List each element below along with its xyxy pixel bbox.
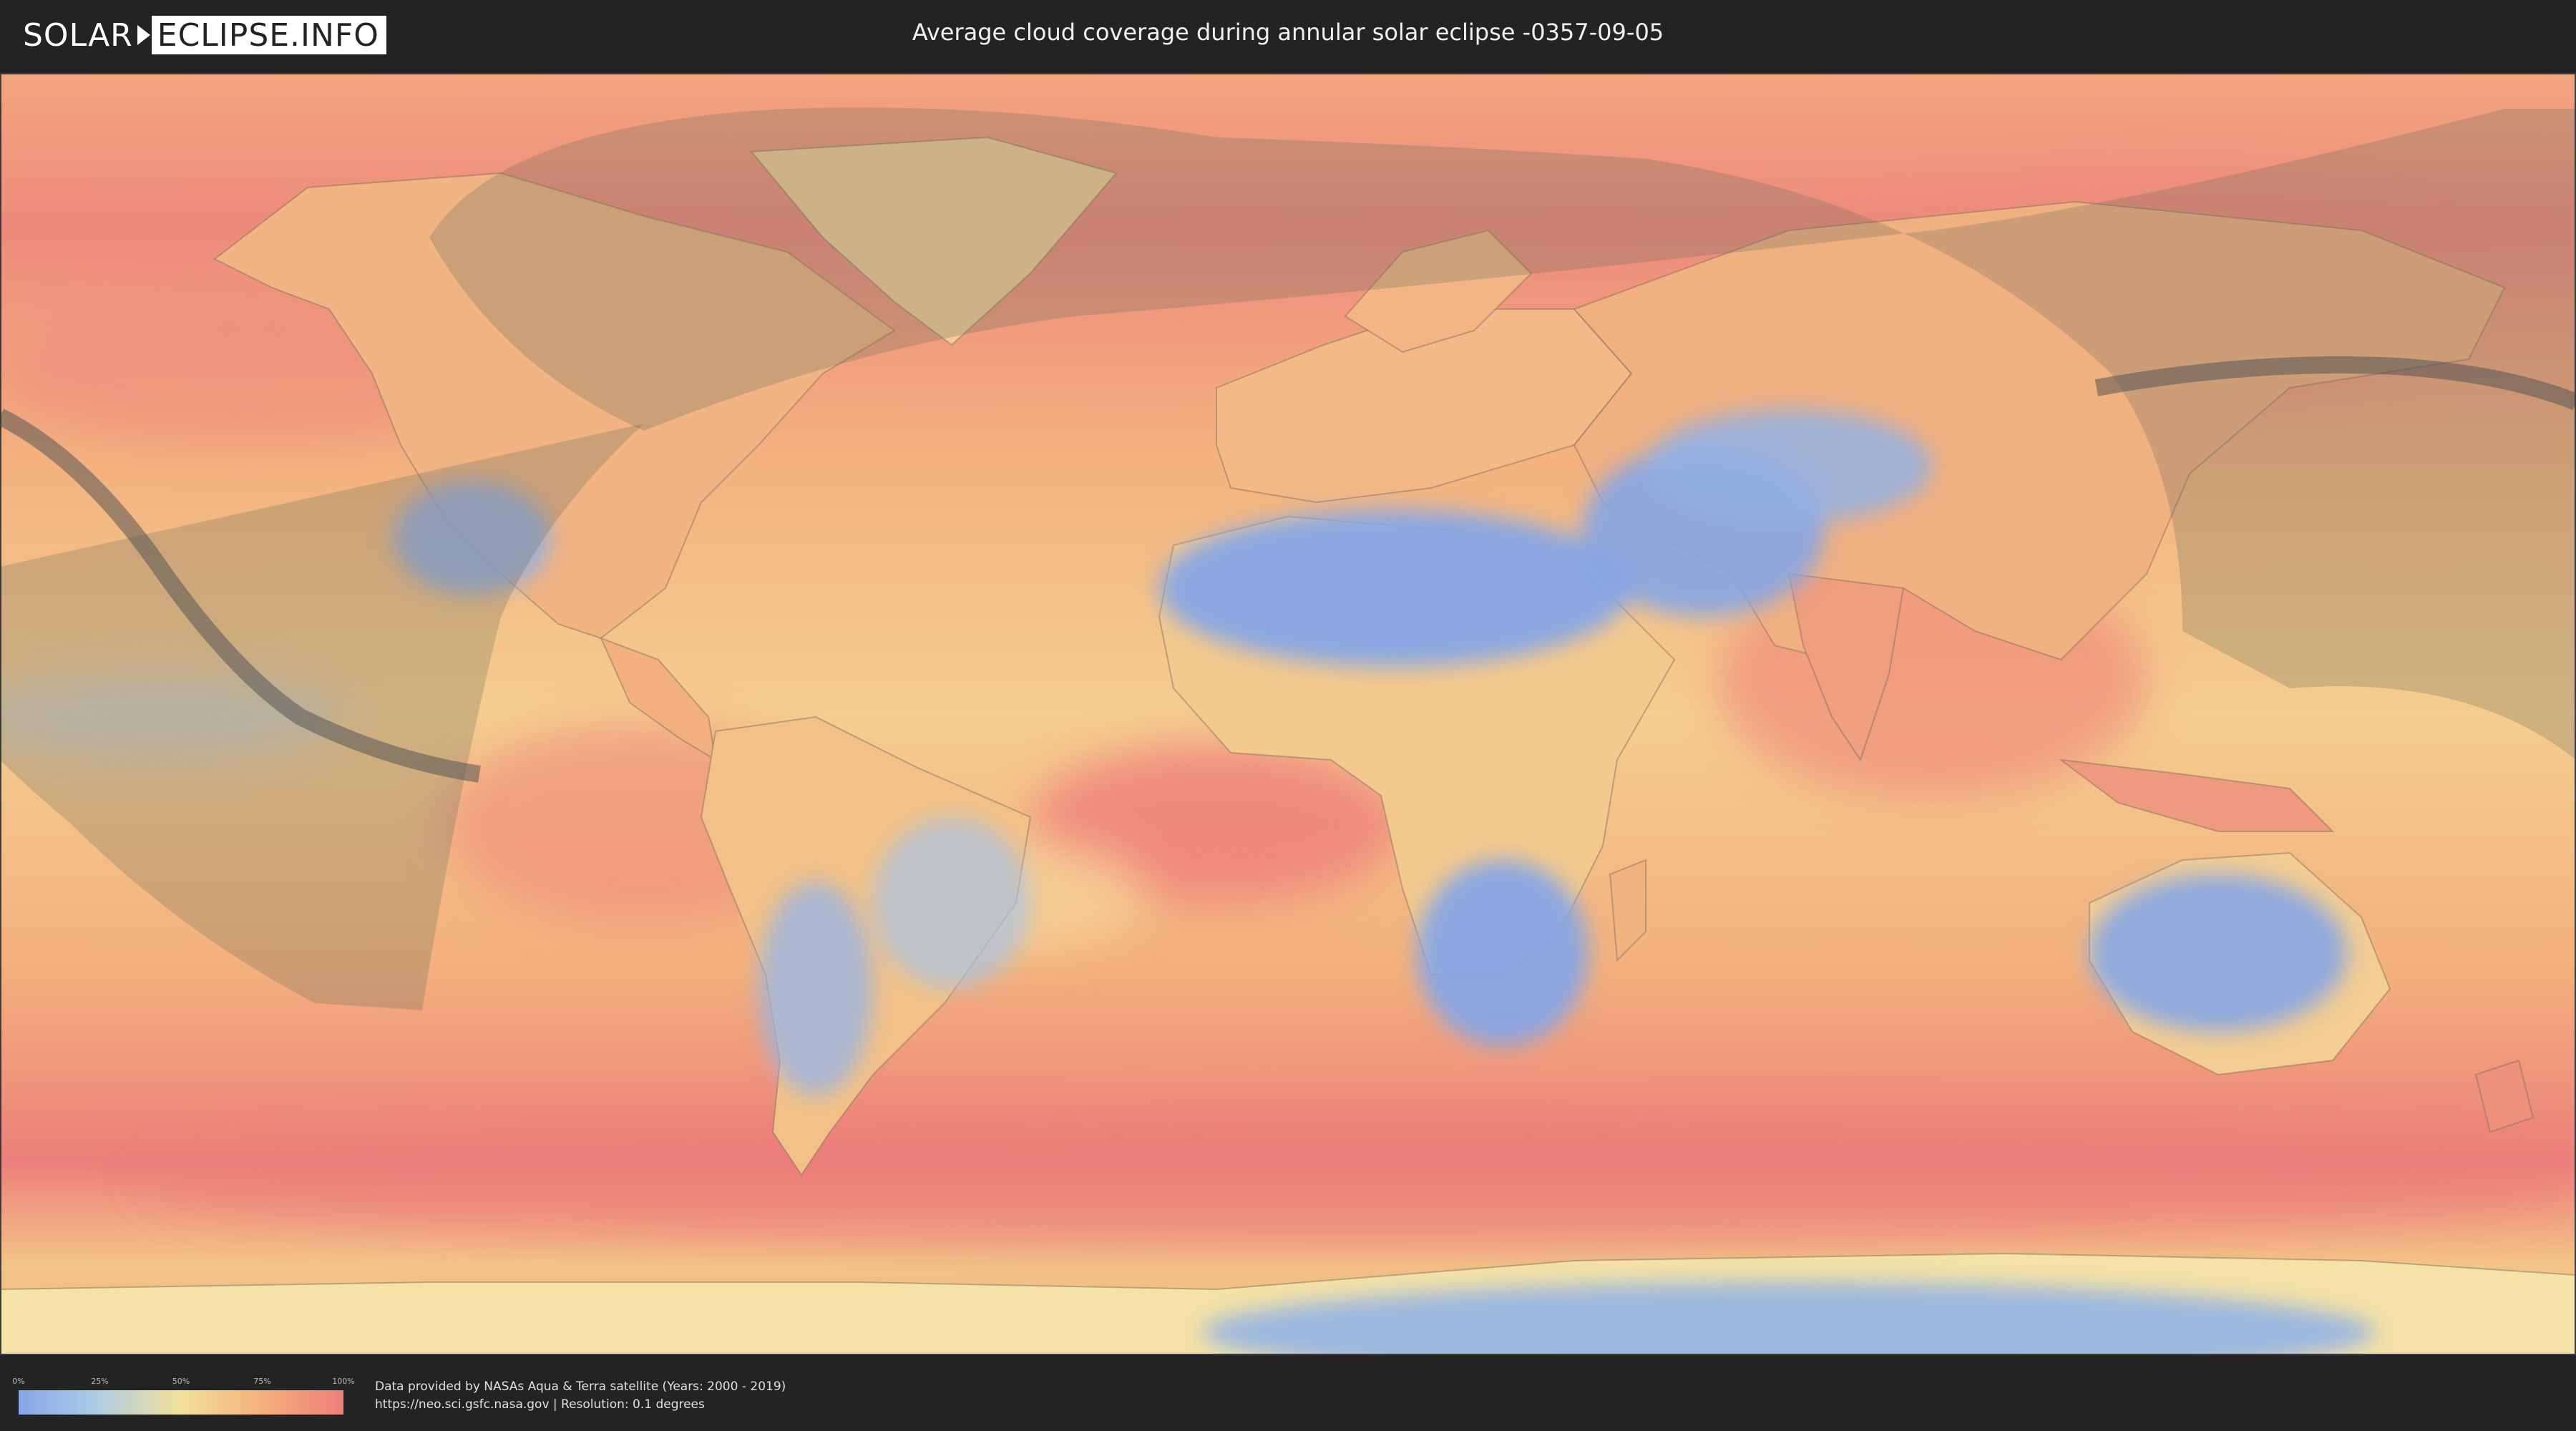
cloud-coverage-map xyxy=(0,73,2576,1355)
data-source-line: https://neo.sci.gsfc.nasa.gov | Resoluti… xyxy=(375,1397,705,1412)
cloud-coverage-legend-bar xyxy=(19,1390,343,1415)
legend-tick-100: 100% xyxy=(332,1377,355,1386)
legend-tick-50: 50% xyxy=(172,1377,190,1386)
map-svg xyxy=(0,73,2576,1355)
legend-tick-0: 0% xyxy=(12,1377,25,1386)
footer-bar xyxy=(0,1359,2576,1431)
page-title: Average cloud coverage during annular so… xyxy=(912,19,1664,46)
legend-tick-75: 75% xyxy=(253,1377,271,1386)
legend-tick-labels: 0% 25% 50% 75% 100% xyxy=(12,1377,354,1387)
legend-tick-25: 25% xyxy=(91,1377,109,1386)
data-credit-line: Data provided by NASAs Aqua & Terra sate… xyxy=(375,1379,786,1394)
header-bar: SOLAR ECLIPSE.INFO Average cloud coverag… xyxy=(0,0,2576,72)
